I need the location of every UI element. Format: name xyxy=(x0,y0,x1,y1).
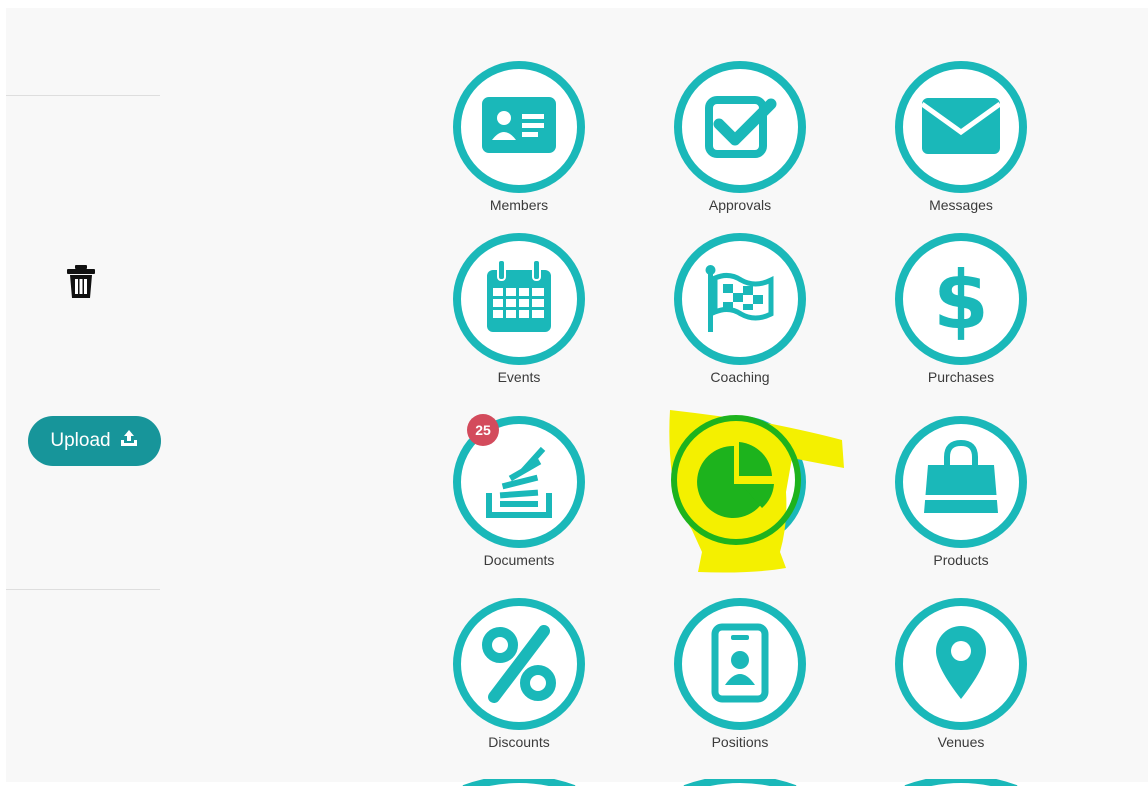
upload-button-label: Upload xyxy=(50,430,111,451)
tile-label: Venues xyxy=(937,734,985,750)
tile-purchases[interactable]: $ Purchases xyxy=(871,232,1051,412)
tile-label: Events xyxy=(497,369,541,385)
tile-messages[interactable]: Messages xyxy=(871,60,1051,240)
tile-label: Messages xyxy=(929,197,993,213)
tile-label: Approvals xyxy=(708,197,772,213)
percent-icon xyxy=(453,598,585,730)
tile-discounts[interactable]: Discounts xyxy=(429,597,609,777)
trash-icon[interactable] xyxy=(64,264,98,300)
tile-events[interactable]: Events xyxy=(429,232,609,412)
tile-label: Coaching xyxy=(710,369,770,385)
id-badge-icon xyxy=(674,598,806,730)
tile-label: Products xyxy=(933,552,989,568)
tile-approvals[interactable]: Approvals xyxy=(650,60,830,240)
tile-row-partial xyxy=(894,776,1028,786)
tile-documents[interactable]: Documents xyxy=(429,415,609,595)
map-marker-icon xyxy=(895,598,1027,730)
tile-label: Documents xyxy=(483,552,555,568)
divider-top xyxy=(6,95,160,96)
tile-venues[interactable]: Venues xyxy=(871,597,1051,777)
tile-label: Members xyxy=(489,197,549,213)
shopping-bag-icon xyxy=(895,416,1027,548)
tile-label: Positions xyxy=(711,734,769,750)
calendar-icon xyxy=(453,233,585,365)
tile-positions[interactable]: Positions xyxy=(650,597,830,777)
divider-bottom xyxy=(6,589,160,590)
svg-text:$: $ xyxy=(933,254,989,347)
pie-chart-icon xyxy=(674,416,806,548)
tile-label: Reports xyxy=(715,552,765,568)
upload-button[interactable]: Upload xyxy=(28,416,161,466)
envelope-icon xyxy=(895,61,1027,193)
tile-coaching[interactable]: Coaching xyxy=(650,232,830,412)
tile-row-partial xyxy=(452,776,586,786)
upload-icon xyxy=(119,428,139,454)
checkbox-icon xyxy=(674,61,806,193)
tile-label: Discounts xyxy=(488,734,550,750)
flag-icon xyxy=(674,233,806,365)
member-card-icon xyxy=(453,61,585,193)
tile-members[interactable]: Members xyxy=(429,60,609,240)
notification-badge: 25 xyxy=(467,414,499,446)
tile-label: Purchases xyxy=(927,369,995,385)
tile-reports[interactable]: Reports xyxy=(650,415,830,595)
dollar-icon: $ xyxy=(895,233,1027,365)
tile-row-partial xyxy=(673,776,807,786)
tile-products[interactable]: Products xyxy=(871,415,1051,595)
